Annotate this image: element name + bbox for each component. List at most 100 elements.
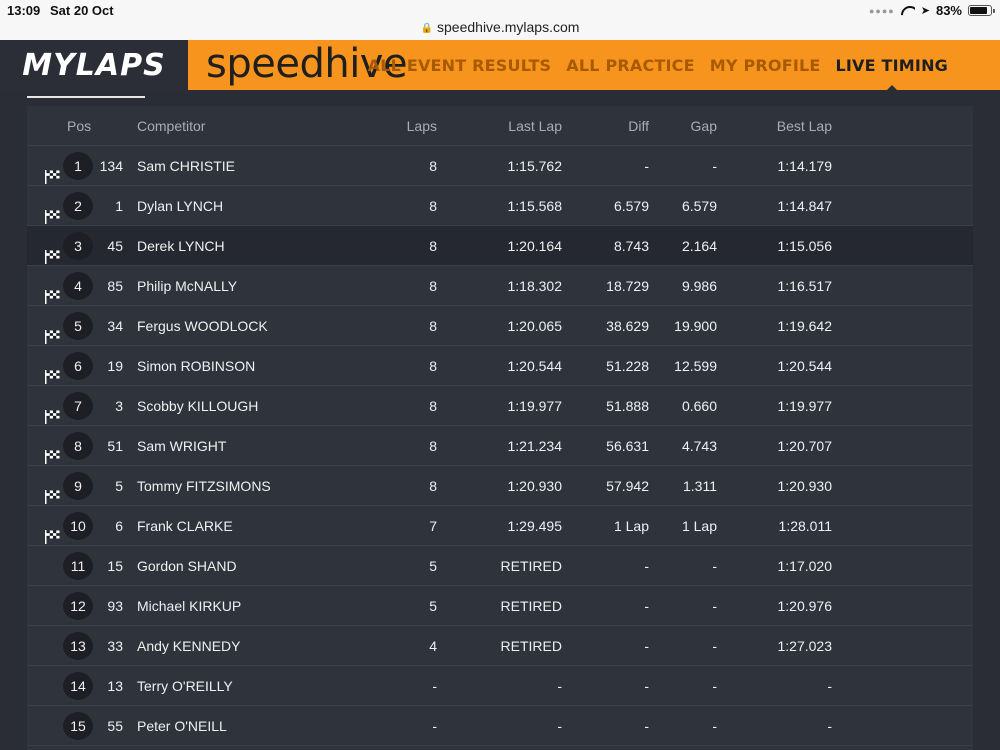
competitor-name[interactable]: Sam WRIGHT [137,426,377,466]
competitor-number: 55 [107,718,123,734]
diff-value: 56.631 [606,438,649,454]
nav-my-profile[interactable]: MY PROFILE [710,40,821,90]
competitor-number: 33 [107,638,123,654]
gap-value: - [712,598,717,614]
table-row[interactable]: 2 1 Dylan LYNCH 8 1:15.568 6.579 6.579 1:14.847 [27,186,973,226]
gap-value: - [712,158,717,174]
competitor-name[interactable]: Dylan LYNCH [137,186,377,226]
best-lap-value: 1:20.544 [777,358,833,374]
laps-value: 5 [429,598,437,614]
table-row[interactable]: 11 15 Gordon SHAND 5 RETIRED - - 1:17.020 [27,546,973,586]
table-row[interactable]: 6 19 Simon ROBINSON 8 1:20.544 51.228 12.599 1:… [27,346,973,386]
best-lap-value: - [827,678,832,694]
address-bar[interactable]: 🔒 speedhive.mylaps.com [0,19,1000,35]
competitor-name[interactable]: Simon ROBINSON [137,346,377,386]
competitor-name[interactable]: Michael KIRKUP [137,586,377,626]
gap-value: - [712,638,717,654]
header-diff[interactable]: Diff [567,106,649,146]
competitor-name[interactable]: Sam CHRISTIE [137,146,377,186]
gap-value: 4.743 [681,438,717,454]
table-row[interactable]: 12 93 Michael KIRKUP 5 RETIRED - - 1:20.976 [27,586,973,626]
laps-value: 8 [429,158,437,174]
last-lap-value: 1:20.065 [507,318,563,334]
table-row[interactable]: 1 134 Sam CHRISTIE 8 1:15.762 - - 1:14.179 [27,146,973,186]
competitor-number: 93 [107,598,123,614]
table-row[interactable]: 8 51 Sam WRIGHT 8 1:21.234 56.631 4.743 1:20.70… [27,426,973,466]
competitor-number: 1 [115,198,123,214]
best-lap-value: 1:14.847 [777,198,833,214]
competitor-name[interactable]: Peter O'NEILL [137,706,377,746]
nav-all-event-results[interactable]: ALL EVENT RESULTS [368,40,552,90]
active-tab-indicator [27,96,145,98]
checkered-flag-icon [45,186,63,226]
diff-value: - [644,678,649,694]
laps-value: 8 [429,358,437,374]
header-competitor[interactable]: Competitor [137,106,257,146]
position-badge: 1 [63,152,93,180]
status-indicators: ●●●● ➤ 83% [869,3,995,18]
header-pos[interactable]: Pos [67,106,107,146]
last-lap-value: 1:20.164 [507,238,563,254]
laps-value: 8 [429,398,437,414]
table-row[interactable]: 9 5 Tommy FITZSIMONS 8 1:20.930 57.942 1.311 1:… [27,466,973,506]
laps-value: 7 [429,518,437,534]
checkered-flag-icon [45,626,63,666]
best-lap-value: 1:19.977 [777,398,833,414]
laps-value: 4 [429,638,437,654]
results-table: Pos Competitor Laps Last Lap Diff Gap Be… [27,106,973,750]
competitor-name[interactable]: Terry O'REILLY [137,666,377,706]
table-row[interactable]: 4 85 Philip McNALLY 8 1:18.302 18.729 9.986 1:1… [27,266,973,306]
last-lap-value: 1:19.977 [507,398,563,414]
position-badge: 8 [63,432,93,460]
last-lap-value: 1:15.762 [507,158,563,174]
best-lap-value: 1:27.023 [777,638,833,654]
competitor-name[interactable]: Fergus WOODLOCK [137,306,377,346]
competitor-number: 19 [107,358,123,374]
laps-value: 5 [429,558,437,574]
header-laps[interactable]: Laps [377,106,437,146]
mylaps-logo[interactable]: MYLAPS [0,40,188,90]
position-badge: 10 [63,512,93,540]
table-row[interactable]: 14 13 Terry O'REILLY - - - - - [27,666,973,706]
competitor-name[interactable]: Philip McNALLY [137,266,377,306]
table-row[interactable]: 13 33 Andy KENNEDY 4 RETIRED - - 1:27.023 [27,626,973,666]
diff-value: - [644,718,649,734]
checkered-flag-icon [45,146,63,186]
last-lap-value: RETIRED [500,598,562,614]
last-lap-value: - [557,678,562,694]
table-row[interactable]: 7 3 Scobby KILLOUGH 8 1:19.977 51.888 0.660 1:1… [27,386,973,426]
competitor-name[interactable]: Scobby KILLOUGH [137,386,377,426]
table-row[interactable]: 15 55 Peter O'NEILL - - - - - [27,706,973,746]
last-lap-value: 1:21.234 [507,438,563,454]
table-row[interactable]: 5 34 Fergus WOODLOCK 8 1:20.065 38.629 19.900 1… [27,306,973,346]
nav-all-practice[interactable]: ALL PRACTICE [566,40,694,90]
gap-value: 12.599 [674,358,717,374]
competitor-name[interactable]: Tommy FITZSIMONS [137,466,377,506]
competitor-number: 51 [107,438,123,454]
competitor-name[interactable]: Andy KENNEDY [137,626,377,666]
best-lap-value: - [827,718,832,734]
best-lap-value: 1:17.020 [777,558,833,574]
checkered-flag-icon [45,586,63,626]
header-gap[interactable]: Gap [649,106,717,146]
logo-text: MYLAPS [22,47,166,83]
header-best-lap[interactable]: Best Lap [737,106,832,146]
checkered-flag-icon [45,546,63,586]
header-last-lap[interactable]: Last Lap [467,106,562,146]
table-row[interactable]: 10 6 Frank CLARKE 7 1:29.495 1 Lap 1 Lap 1:28.0… [27,506,973,546]
nav-live-timing[interactable]: LIVE TIMING [836,40,949,90]
laps-value: 8 [429,438,437,454]
competitor-name[interactable]: Frank CLARKE [137,506,377,546]
status-time: 13:09 [7,3,41,18]
checkered-flag-icon [45,466,63,506]
signal-icon: ●●●● [869,5,895,16]
table-row[interactable]: 3 45 Derek LYNCH 8 1:20.164 8.743 2.164 1:15.05… [27,226,973,266]
table-header-row: Pos Competitor Laps Last Lap Diff Gap Be… [27,106,973,146]
checkered-flag-icon [45,426,63,466]
battery-icon [968,5,995,16]
competitor-number: 3 [115,398,123,414]
competitor-number: 134 [99,158,123,174]
competitor-name[interactable]: Gordon SHAND [137,546,377,586]
competitor-number: 34 [107,318,123,334]
competitor-name[interactable]: Derek LYNCH [137,226,377,266]
